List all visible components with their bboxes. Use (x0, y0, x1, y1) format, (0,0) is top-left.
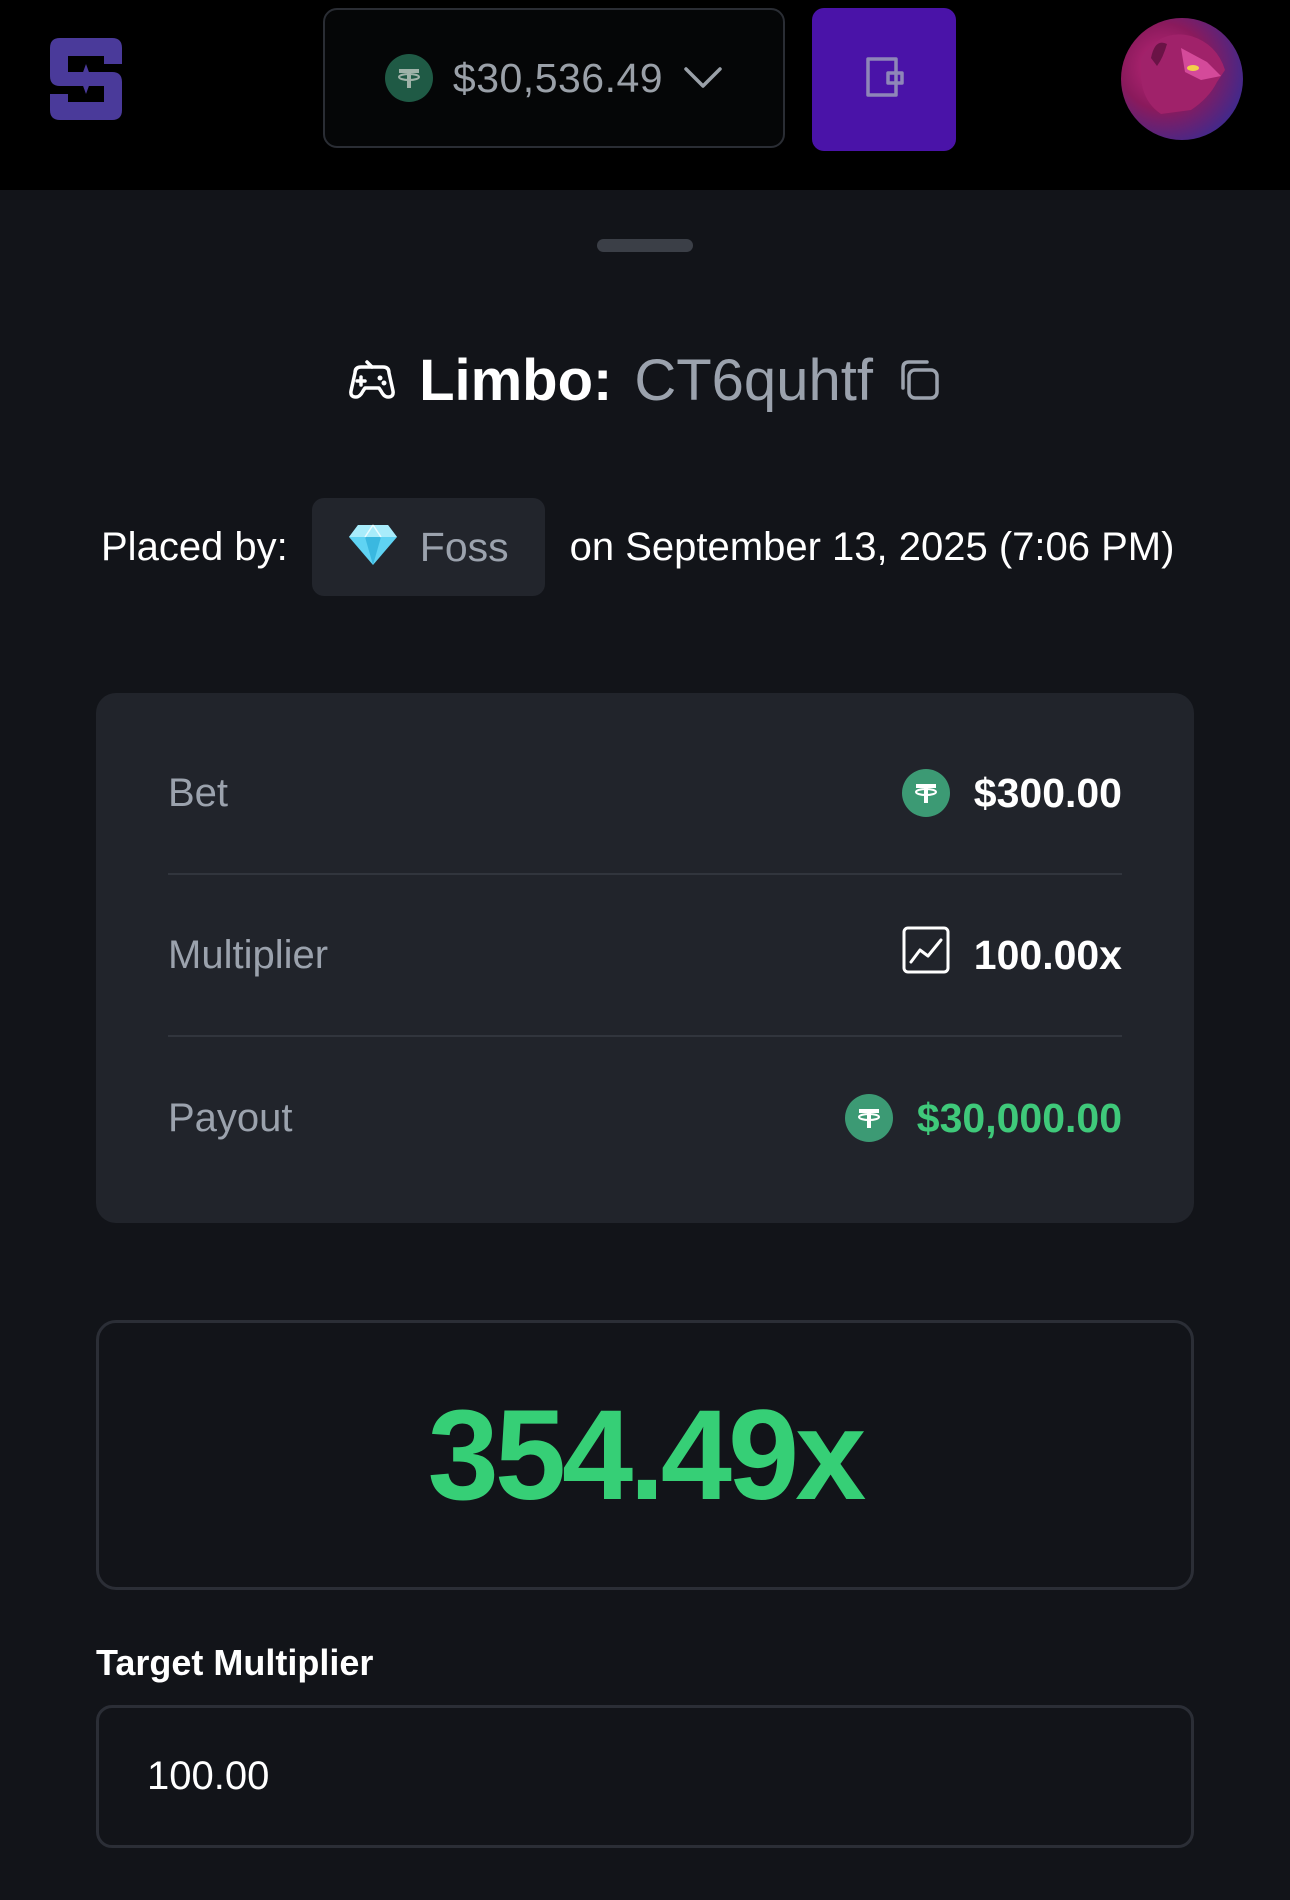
tether-icon (901, 769, 950, 817)
target-multiplier-label: Target Multiplier (96, 1642, 374, 1683)
logo-icon[interactable] (46, 34, 126, 124)
placed-date: on September 13, 2025 (7:06 PM) (569, 524, 1175, 569)
chevron-down-icon (683, 58, 723, 98)
bet-id: CT6quhtf (634, 347, 873, 413)
avatar[interactable] (1121, 18, 1243, 140)
balance-amount: $30,536.49 (452, 54, 664, 101)
diamond-icon (348, 523, 398, 572)
multiplier-row: Multiplier 100.00x (168, 875, 1122, 1037)
payout-label: Payout (168, 1095, 293, 1140)
wallet-icon (860, 53, 908, 106)
wallet-button[interactable] (812, 8, 956, 151)
bet-label: Bet (168, 770, 229, 815)
user-chip[interactable]: Foss (311, 498, 545, 596)
tether-icon (384, 54, 433, 102)
tether-icon (844, 1094, 893, 1142)
bet-details-card: Bet $300.00 Multiplier 100.00x Payout $3… (96, 693, 1194, 1223)
bet-row: Bet $300.00 (168, 713, 1122, 875)
gamepad-icon (347, 355, 397, 405)
result-multiplier: 354.49x (427, 1383, 867, 1527)
bet-amount: $300.00 (973, 769, 1122, 816)
copy-icon[interactable] (895, 356, 943, 404)
result-display: 354.49x (96, 1320, 1194, 1590)
target-multiplier-input[interactable] (96, 1705, 1194, 1848)
multiplier-value-group: 100.00x (902, 926, 1122, 984)
multiplier-amount: 100.00x (973, 931, 1122, 978)
top-bar: $30,536.49 (0, 0, 1290, 190)
game-name: Limbo: (419, 347, 613, 413)
bet-details-page: $30,536.49 Limbo: CT6quhtf Placed by: Fo… (0, 0, 1290, 1900)
user-name: Foss (419, 523, 509, 570)
payout-row: Payout $30,000.00 (168, 1037, 1122, 1199)
payout-value-group: $30,000.00 (844, 1094, 1122, 1142)
bet-value-group: $300.00 (901, 769, 1122, 817)
chart-icon (902, 926, 950, 984)
placed-by-row: Placed by: Foss on September 13, 2025 (7… (101, 497, 1174, 597)
balance-selector[interactable]: $30,536.49 (323, 8, 785, 148)
bet-title: Limbo: CT6quhtf (0, 340, 1290, 420)
multiplier-label: Multiplier (168, 932, 329, 977)
placed-by-label: Placed by: (101, 524, 288, 569)
drag-handle[interactable] (597, 239, 693, 252)
payout-amount: $30,000.00 (916, 1094, 1122, 1141)
